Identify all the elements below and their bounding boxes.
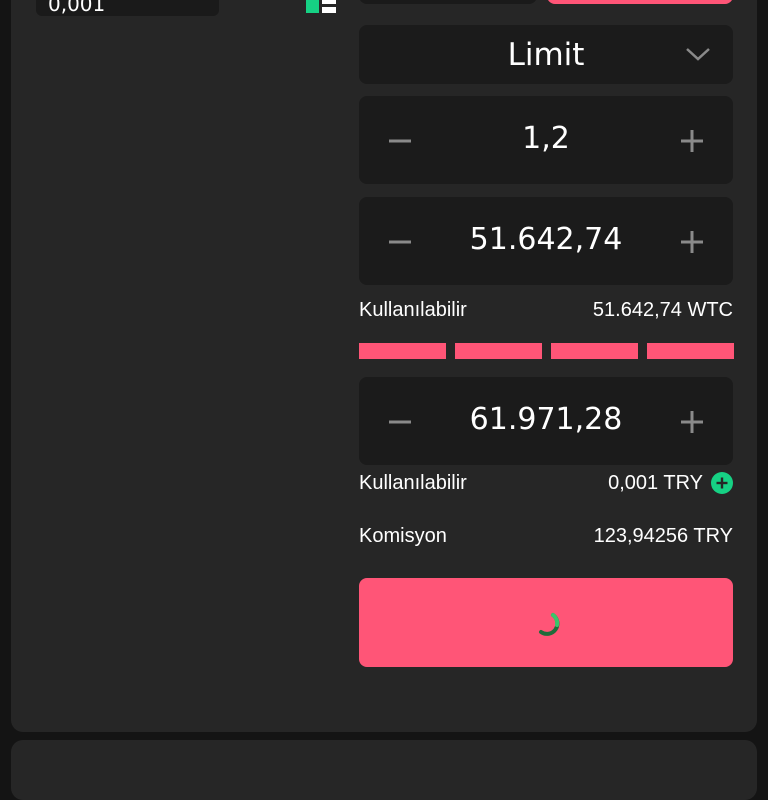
spinner-icon (539, 613, 560, 636)
available-quote-value: 0,001 TRY (608, 472, 703, 494)
bottom-panel (11, 740, 757, 800)
minus-icon[interactable] (385, 128, 415, 154)
available-base-value: 51.642,74 WTC (592, 299, 733, 321)
order-type-label: Limit (507, 37, 585, 73)
chevron-down-icon (686, 48, 710, 61)
available-quote-wrap: 0,001 TRY (608, 470, 733, 496)
percent-bar-3[interactable] (551, 343, 638, 359)
add-funds-icon[interactable] (711, 472, 733, 494)
price-input[interactable]: 1,2 (419, 122, 673, 156)
commission-label: Komisyon (359, 525, 447, 547)
minus-icon[interactable] (385, 229, 415, 255)
available-quote-row: Kullanılabilir 0,001 TRY (359, 470, 733, 496)
available-base-label: Kullanılabilir (359, 299, 467, 321)
percent-bar-2[interactable] (455, 343, 542, 359)
commission-value: 123,94256 TRY (593, 525, 733, 547)
total-input[interactable]: 61.971,28 (419, 403, 673, 437)
order-type-select[interactable]: Limit (359, 25, 733, 84)
order-book-layout-icon[interactable] (306, 0, 336, 16)
commission-row: Komisyon 123,94256 TRY (359, 523, 733, 549)
amount-input[interactable]: 51.642,74 (419, 223, 673, 257)
available-base-row: Kullanılabilir 51.642,74 WTC (359, 297, 733, 323)
buy-tab[interactable] (359, 0, 537, 4)
total-stepper: 61.971,28 (359, 377, 733, 465)
plus-icon[interactable] (677, 126, 707, 156)
quantity-precision-value: 0,001 (48, 0, 106, 16)
percent-bar-1[interactable] (359, 343, 446, 359)
available-quote-label: Kullanılabilir (359, 472, 467, 494)
price-stepper: 1,2 (359, 96, 733, 184)
minus-icon[interactable] (385, 409, 415, 435)
amount-stepper: 51.642,74 (359, 197, 733, 285)
plus-icon[interactable] (677, 407, 707, 437)
quantity-precision-select[interactable]: 0,001 (36, 0, 219, 16)
sell-tab[interactable] (547, 0, 733, 4)
percent-bar-4[interactable] (647, 343, 734, 359)
plus-icon[interactable] (677, 227, 707, 257)
